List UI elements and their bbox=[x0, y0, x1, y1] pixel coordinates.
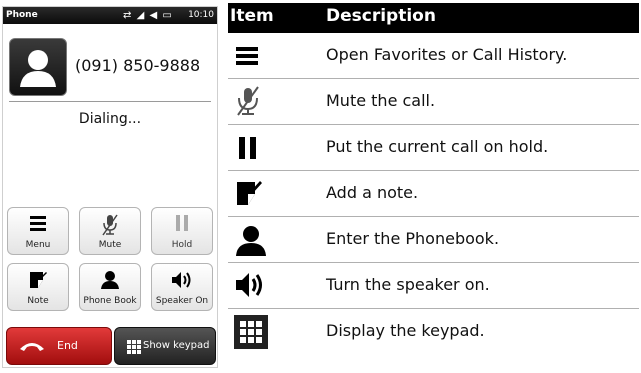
phonebook-icon bbox=[228, 223, 276, 257]
legend-header: Item Description bbox=[228, 3, 639, 33]
contact-avatar-icon bbox=[9, 38, 67, 96]
keypad-icon bbox=[127, 340, 141, 354]
mute-icon bbox=[228, 85, 276, 119]
keypad-icon bbox=[228, 315, 276, 349]
table-row: Display the keypad. bbox=[228, 309, 639, 355]
end-call-icon bbox=[20, 343, 44, 351]
divider bbox=[9, 101, 211, 102]
row-description: Put the current call on hold. bbox=[326, 137, 549, 156]
row-description: Open Favorites or Call History. bbox=[326, 45, 568, 64]
caller-number: (091) 850-9888 bbox=[75, 56, 201, 75]
hold-label: Hold bbox=[171, 240, 193, 250]
hold-icon bbox=[228, 131, 276, 165]
mute-label: Mute bbox=[98, 240, 122, 250]
table-row: Open Favorites or Call History. bbox=[228, 33, 639, 79]
status-clock: 10:10 bbox=[188, 10, 214, 20]
status-icons: ⇄ ◢ ◀ ▭ bbox=[123, 7, 173, 24]
row-description: Display the keypad. bbox=[326, 321, 485, 340]
table-row: Put the current call on hold. bbox=[228, 125, 639, 171]
battery-icon: ▭ bbox=[162, 10, 173, 21]
phonebook-icon bbox=[80, 270, 140, 292]
table-row: Add a note. bbox=[228, 171, 639, 217]
menu-label: Menu bbox=[25, 240, 51, 250]
row-description: Turn the speaker on. bbox=[326, 275, 490, 294]
table-row: Mute the call. bbox=[228, 79, 639, 125]
mute-button[interactable]: Mute bbox=[79, 207, 141, 255]
show-keypad-button[interactable]: Show keypad bbox=[114, 327, 216, 365]
phone-screen: Phone ⇄ ◢ ◀ ▭ 10:10 (091) 850-9888 Diali… bbox=[2, 6, 218, 368]
table-row: Turn the speaker on. bbox=[228, 263, 639, 309]
show-keypad-label: Show keypad bbox=[143, 340, 210, 351]
hold-button[interactable]: Hold bbox=[151, 207, 213, 255]
phonebook-button[interactable]: Phone Book bbox=[79, 263, 141, 311]
status-bar: Phone ⇄ ◢ ◀ ▭ 10:10 bbox=[3, 7, 217, 24]
menu-icon bbox=[8, 214, 68, 236]
call-status: Dialing... bbox=[78, 111, 142, 127]
menu-button[interactable]: Menu bbox=[7, 207, 69, 255]
volume-icon: ◀ bbox=[149, 10, 159, 21]
signal-icon: ◢ bbox=[136, 10, 146, 21]
row-description: Enter the Phonebook. bbox=[326, 229, 500, 248]
end-call-label: End bbox=[57, 339, 78, 352]
connection-icon: ⇄ bbox=[123, 10, 133, 21]
row-description: Add a note. bbox=[326, 183, 419, 202]
mute-icon bbox=[80, 214, 140, 236]
caller-card: (091) 850-9888 bbox=[3, 24, 217, 104]
row-description: Mute the call. bbox=[326, 91, 436, 110]
speaker-icon bbox=[152, 270, 212, 292]
hold-icon bbox=[152, 214, 212, 236]
speaker-label: Speaker On bbox=[155, 296, 209, 306]
speaker-icon bbox=[228, 269, 276, 303]
status-app-name: Phone bbox=[6, 10, 38, 20]
speaker-button[interactable]: Speaker On bbox=[151, 263, 213, 311]
header-item: Item bbox=[230, 6, 274, 26]
note-button[interactable]: Note bbox=[7, 263, 69, 311]
header-description: Description bbox=[326, 6, 436, 26]
note-icon bbox=[8, 270, 68, 292]
table-row: Enter the Phonebook. bbox=[228, 217, 639, 263]
phonebook-label: Phone Book bbox=[83, 296, 137, 306]
note-icon bbox=[228, 177, 276, 211]
menu-icon bbox=[228, 39, 276, 73]
note-label: Note bbox=[27, 296, 49, 306]
end-call-button[interactable]: End bbox=[6, 327, 112, 365]
